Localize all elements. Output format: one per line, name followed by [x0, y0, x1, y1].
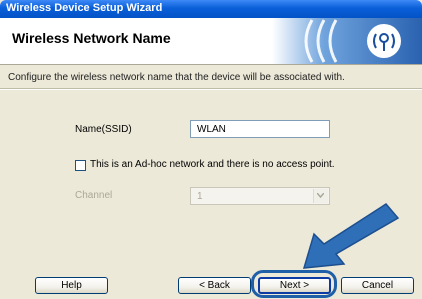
title-bar[interactable]: Wireless Device Setup Wizard: [0, 0, 422, 18]
adhoc-label[interactable]: This is an Ad-hoc network and there is n…: [90, 159, 335, 170]
wireless-signal-icon: [272, 18, 422, 64]
back-button[interactable]: < Back: [178, 277, 251, 294]
adhoc-checkbox[interactable]: [75, 160, 86, 171]
channel-value: 1: [197, 191, 203, 202]
cancel-button[interactable]: Cancel: [341, 277, 414, 294]
window-title: Wireless Device Setup Wizard: [6, 2, 163, 14]
page-title: Wireless Network Name: [12, 30, 171, 46]
help-button[interactable]: Help: [35, 277, 108, 294]
pointing-arrow-icon: [302, 203, 400, 269]
ssid-input[interactable]: [190, 120, 330, 138]
channel-label: Channel: [75, 190, 113, 201]
wizard-window: Wireless Device Setup Wizard Wireless Ne…: [0, 0, 422, 299]
divider: [0, 88, 422, 90]
ssid-label: Name(SSID): [75, 124, 132, 135]
wizard-header: Wireless Network Name: [0, 18, 422, 65]
next-highlight-ring: [251, 270, 337, 298]
instruction-text: Configure the wireless network name that…: [8, 72, 345, 83]
